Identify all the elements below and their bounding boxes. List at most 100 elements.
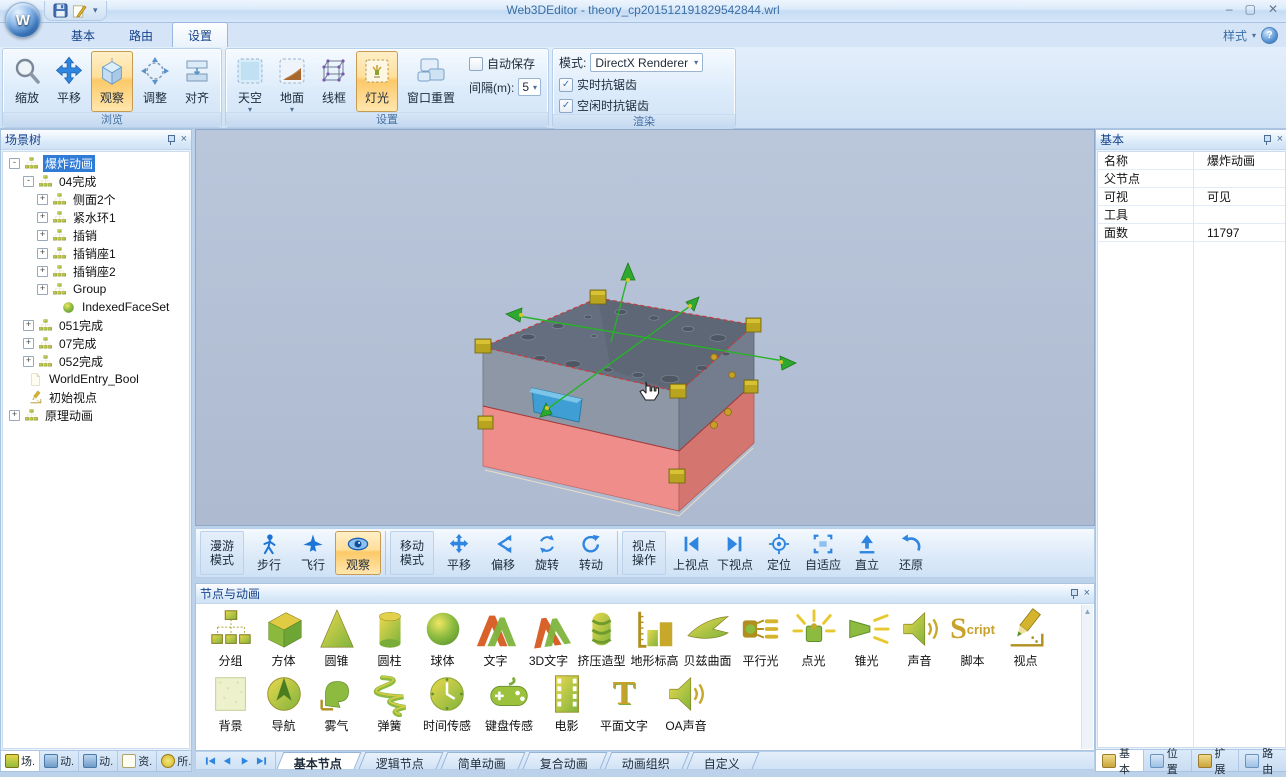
node-item-spotlight[interactable]: 锥光 <box>840 606 893 669</box>
tree-node[interactable]: +Group <box>3 280 189 298</box>
restore-button[interactable]: 还原 <box>889 531 933 575</box>
zoom-button[interactable]: 缩放 <box>7 51 47 112</box>
node-item-text3d[interactable]: 3D文字 <box>522 606 575 669</box>
tree-node[interactable]: +插销座2 <box>3 262 189 280</box>
style-button[interactable]: 样式 <box>1223 27 1247 44</box>
node-item-terrain[interactable]: 地形标高 <box>628 606 681 669</box>
dock-tab-all[interactable]: 所. <box>157 751 196 771</box>
pan-view-button[interactable]: 平移 <box>437 531 481 575</box>
node-item-box[interactable]: 方体 <box>257 606 310 669</box>
tab-basic[interactable]: 基本 <box>56 23 110 47</box>
node-item-script[interactable]: Script脚本 <box>946 606 999 669</box>
node-item-pointlight[interactable]: 点光 <box>787 606 840 669</box>
node-item-viewpoint[interactable]: 视点 <box>999 606 1052 669</box>
minimize-button[interactable]: – <box>1226 2 1233 16</box>
style-dropdown-icon[interactable]: ▾ <box>1252 31 1256 40</box>
interval-dropdown-icon[interactable]: ▾ <box>533 83 537 92</box>
node-item-sound[interactable]: 声音 <box>893 606 946 669</box>
render-mode-dropdown-icon[interactable]: ▾ <box>694 58 698 67</box>
tab-next-icon[interactable] <box>236 754 252 768</box>
window-reset-button[interactable]: 窗口重置 <box>400 51 462 112</box>
tree-node[interactable]: +插销 <box>3 226 189 244</box>
roam-mode-button[interactable]: 漫游模式 <box>200 531 244 575</box>
fly-button[interactable]: 飞行 <box>291 531 335 575</box>
property-row[interactable]: 名称爆炸动画 <box>1098 152 1285 170</box>
turn-button[interactable]: 转动 <box>569 531 613 575</box>
scroll-up-icon[interactable]: ▲ <box>1084 607 1092 749</box>
node-item-spring[interactable]: 弹簧 <box>363 671 416 734</box>
viewport-3d[interactable] <box>195 129 1095 526</box>
scene-tree-close-icon[interactable]: × <box>181 134 187 145</box>
node-item-cone[interactable]: 圆锥 <box>310 606 363 669</box>
node-item-flattext[interactable]: T平面文字 <box>593 671 655 734</box>
offset-button[interactable]: 偏移 <box>481 531 525 575</box>
node-item-navigation[interactable]: 导航 <box>257 671 310 734</box>
dock-tab-anim2[interactable]: 动. <box>79 751 118 771</box>
dock-tab-anim1[interactable]: 动. <box>40 751 79 771</box>
ground-button[interactable]: 地面 ▾ <box>272 51 312 112</box>
viewpoint-ops-button[interactable]: 视点操作 <box>622 531 666 575</box>
next-viewpoint-button[interactable]: 下视点 <box>713 531 757 575</box>
autosave-checkbox-row[interactable]: 自动保存 <box>469 55 541 72</box>
observe-button[interactable]: 观察 <box>91 51 133 112</box>
node-item-extrude[interactable]: 挤压造型 <box>575 606 628 669</box>
node-item-timesensor[interactable]: 时间传感 <box>416 671 478 734</box>
tab-anim-organize[interactable]: 动画组织 <box>605 752 690 769</box>
render-mode-select[interactable]: DirectX Renderer ▾ <box>590 53 703 72</box>
pin-icon[interactable] <box>1070 589 1078 599</box>
tree-node[interactable]: +紧水环1 <box>3 208 189 226</box>
tree-node[interactable]: +插销座1 <box>3 244 189 262</box>
close-button[interactable]: ✕ <box>1268 2 1278 16</box>
tab-route[interactable]: 路由 <box>114 23 168 47</box>
align-button[interactable]: 对齐 <box>177 51 217 112</box>
node-item-text[interactable]: 文字 <box>469 606 522 669</box>
tree-node[interactable]: +原理动画 <box>3 406 189 424</box>
tab-first-icon[interactable] <box>202 754 218 768</box>
app-menu-button[interactable]: W <box>5 2 41 38</box>
upright-button[interactable]: 直立 <box>845 531 889 575</box>
node-item-bezier[interactable]: 贝兹曲面 <box>681 606 734 669</box>
tree-node[interactable]: +07完成 <box>3 334 189 352</box>
tree-node[interactable]: +051完成 <box>3 316 189 334</box>
tree-node[interactable]: WorldEntry_Bool <box>3 370 189 388</box>
tree-node[interactable]: -04完成 <box>3 172 189 190</box>
pin-icon[interactable] <box>1263 135 1271 145</box>
tree-node[interactable]: -爆炸动画 <box>3 154 189 172</box>
node-item-movie[interactable]: 电影 <box>540 671 593 734</box>
nodes-panel-close-icon[interactable]: × <box>1084 588 1090 599</box>
property-row[interactable]: 面数11797 <box>1098 224 1285 242</box>
tab-settings[interactable]: 设置 <box>172 22 228 47</box>
node-item-sphere[interactable]: 球体 <box>416 606 469 669</box>
tree-node[interactable]: IndexedFaceSet <box>3 298 189 316</box>
tab-prev-icon[interactable] <box>219 754 235 768</box>
node-item-group[interactable]: 分组 <box>204 606 257 669</box>
locate-button[interactable]: 定位 <box>757 531 801 575</box>
node-item-fog[interactable]: 雾气 <box>310 671 363 734</box>
tab-composite-anim[interactable]: 复合动画 <box>523 752 608 769</box>
sky-button[interactable]: 天空 ▾ <box>230 51 270 112</box>
node-item-dirlight[interactable]: 平行光 <box>734 606 787 669</box>
node-item-oasound[interactable]: OA声音 <box>655 671 717 734</box>
light-button[interactable]: 灯光 <box>356 51 398 112</box>
aa-realtime-row[interactable]: ✓ 实时抗锯齿 <box>559 76 729 93</box>
dock-tab-scene[interactable]: 场. <box>1 751 40 771</box>
dock-tab-resource[interactable]: 资. <box>118 751 157 771</box>
prev-viewpoint-button[interactable]: 上视点 <box>669 531 713 575</box>
aa-realtime-checkbox[interactable]: ✓ <box>559 78 573 92</box>
rotate-button[interactable]: 旋转 <box>525 531 569 575</box>
tab-logic-nodes[interactable]: 逻辑节点 <box>359 752 444 769</box>
aa-idle-row[interactable]: ✓ 空闲时抗锯齿 <box>559 97 729 114</box>
help-icon[interactable]: ? <box>1261 27 1278 44</box>
observe-mode-button[interactable]: 观察 <box>335 531 381 575</box>
tab-last-icon[interactable] <box>253 754 269 768</box>
pan-button[interactable]: 平移 <box>49 51 89 112</box>
tree-node[interactable]: 初始视点 <box>3 388 189 406</box>
walk-button[interactable]: 步行 <box>247 531 291 575</box>
autosave-checkbox[interactable] <box>469 57 483 71</box>
adjust-button[interactable]: 调整 <box>135 51 175 112</box>
node-item-keysensor[interactable]: 键盘传感 <box>478 671 540 734</box>
maximize-button[interactable]: ▢ <box>1245 2 1256 16</box>
property-row[interactable]: 工具 <box>1098 206 1285 224</box>
tree-node[interactable]: +052完成 <box>3 352 189 370</box>
pin-icon[interactable] <box>167 135 175 145</box>
